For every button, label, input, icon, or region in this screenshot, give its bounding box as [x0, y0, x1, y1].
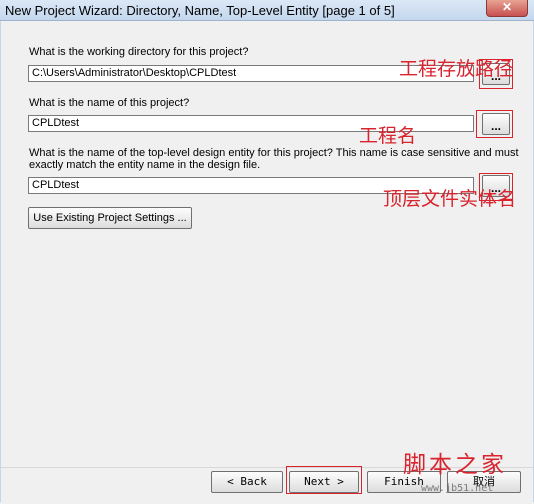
annotation-project-name: 工程名: [359, 125, 417, 147]
watermark-url: www.jb51.net: [421, 483, 494, 494]
directory-label: What is the working directory for this p…: [29, 46, 249, 58]
title-bar: New Project Wizard: Directory, Name, Top…: [0, 0, 534, 21]
use-existing-settings-button[interactable]: Use Existing Project Settings ...: [28, 207, 192, 229]
annotation-box-project-name: [476, 110, 513, 138]
annotation-top-level: 顶层文件实体名: [383, 188, 517, 210]
window-title: New Project Wizard: Directory, Name, Top…: [5, 3, 395, 18]
close-button[interactable]: ✕: [486, 0, 528, 17]
back-button[interactable]: < Back: [211, 471, 283, 493]
top-level-label-line2: exactly match the entity name in the des…: [29, 159, 261, 171]
top-level-label-line1: What is the name of the top-level design…: [29, 147, 519, 159]
annotation-box-next: [286, 466, 362, 494]
project-name-label: What is the name of this project?: [29, 97, 190, 109]
annotation-directory: 工程存放路径: [399, 58, 514, 80]
close-icon: ✕: [501, 0, 513, 14]
wizard-body: What is the working directory for this p…: [0, 21, 534, 502]
watermark-text: 脚本之家: [403, 452, 507, 478]
